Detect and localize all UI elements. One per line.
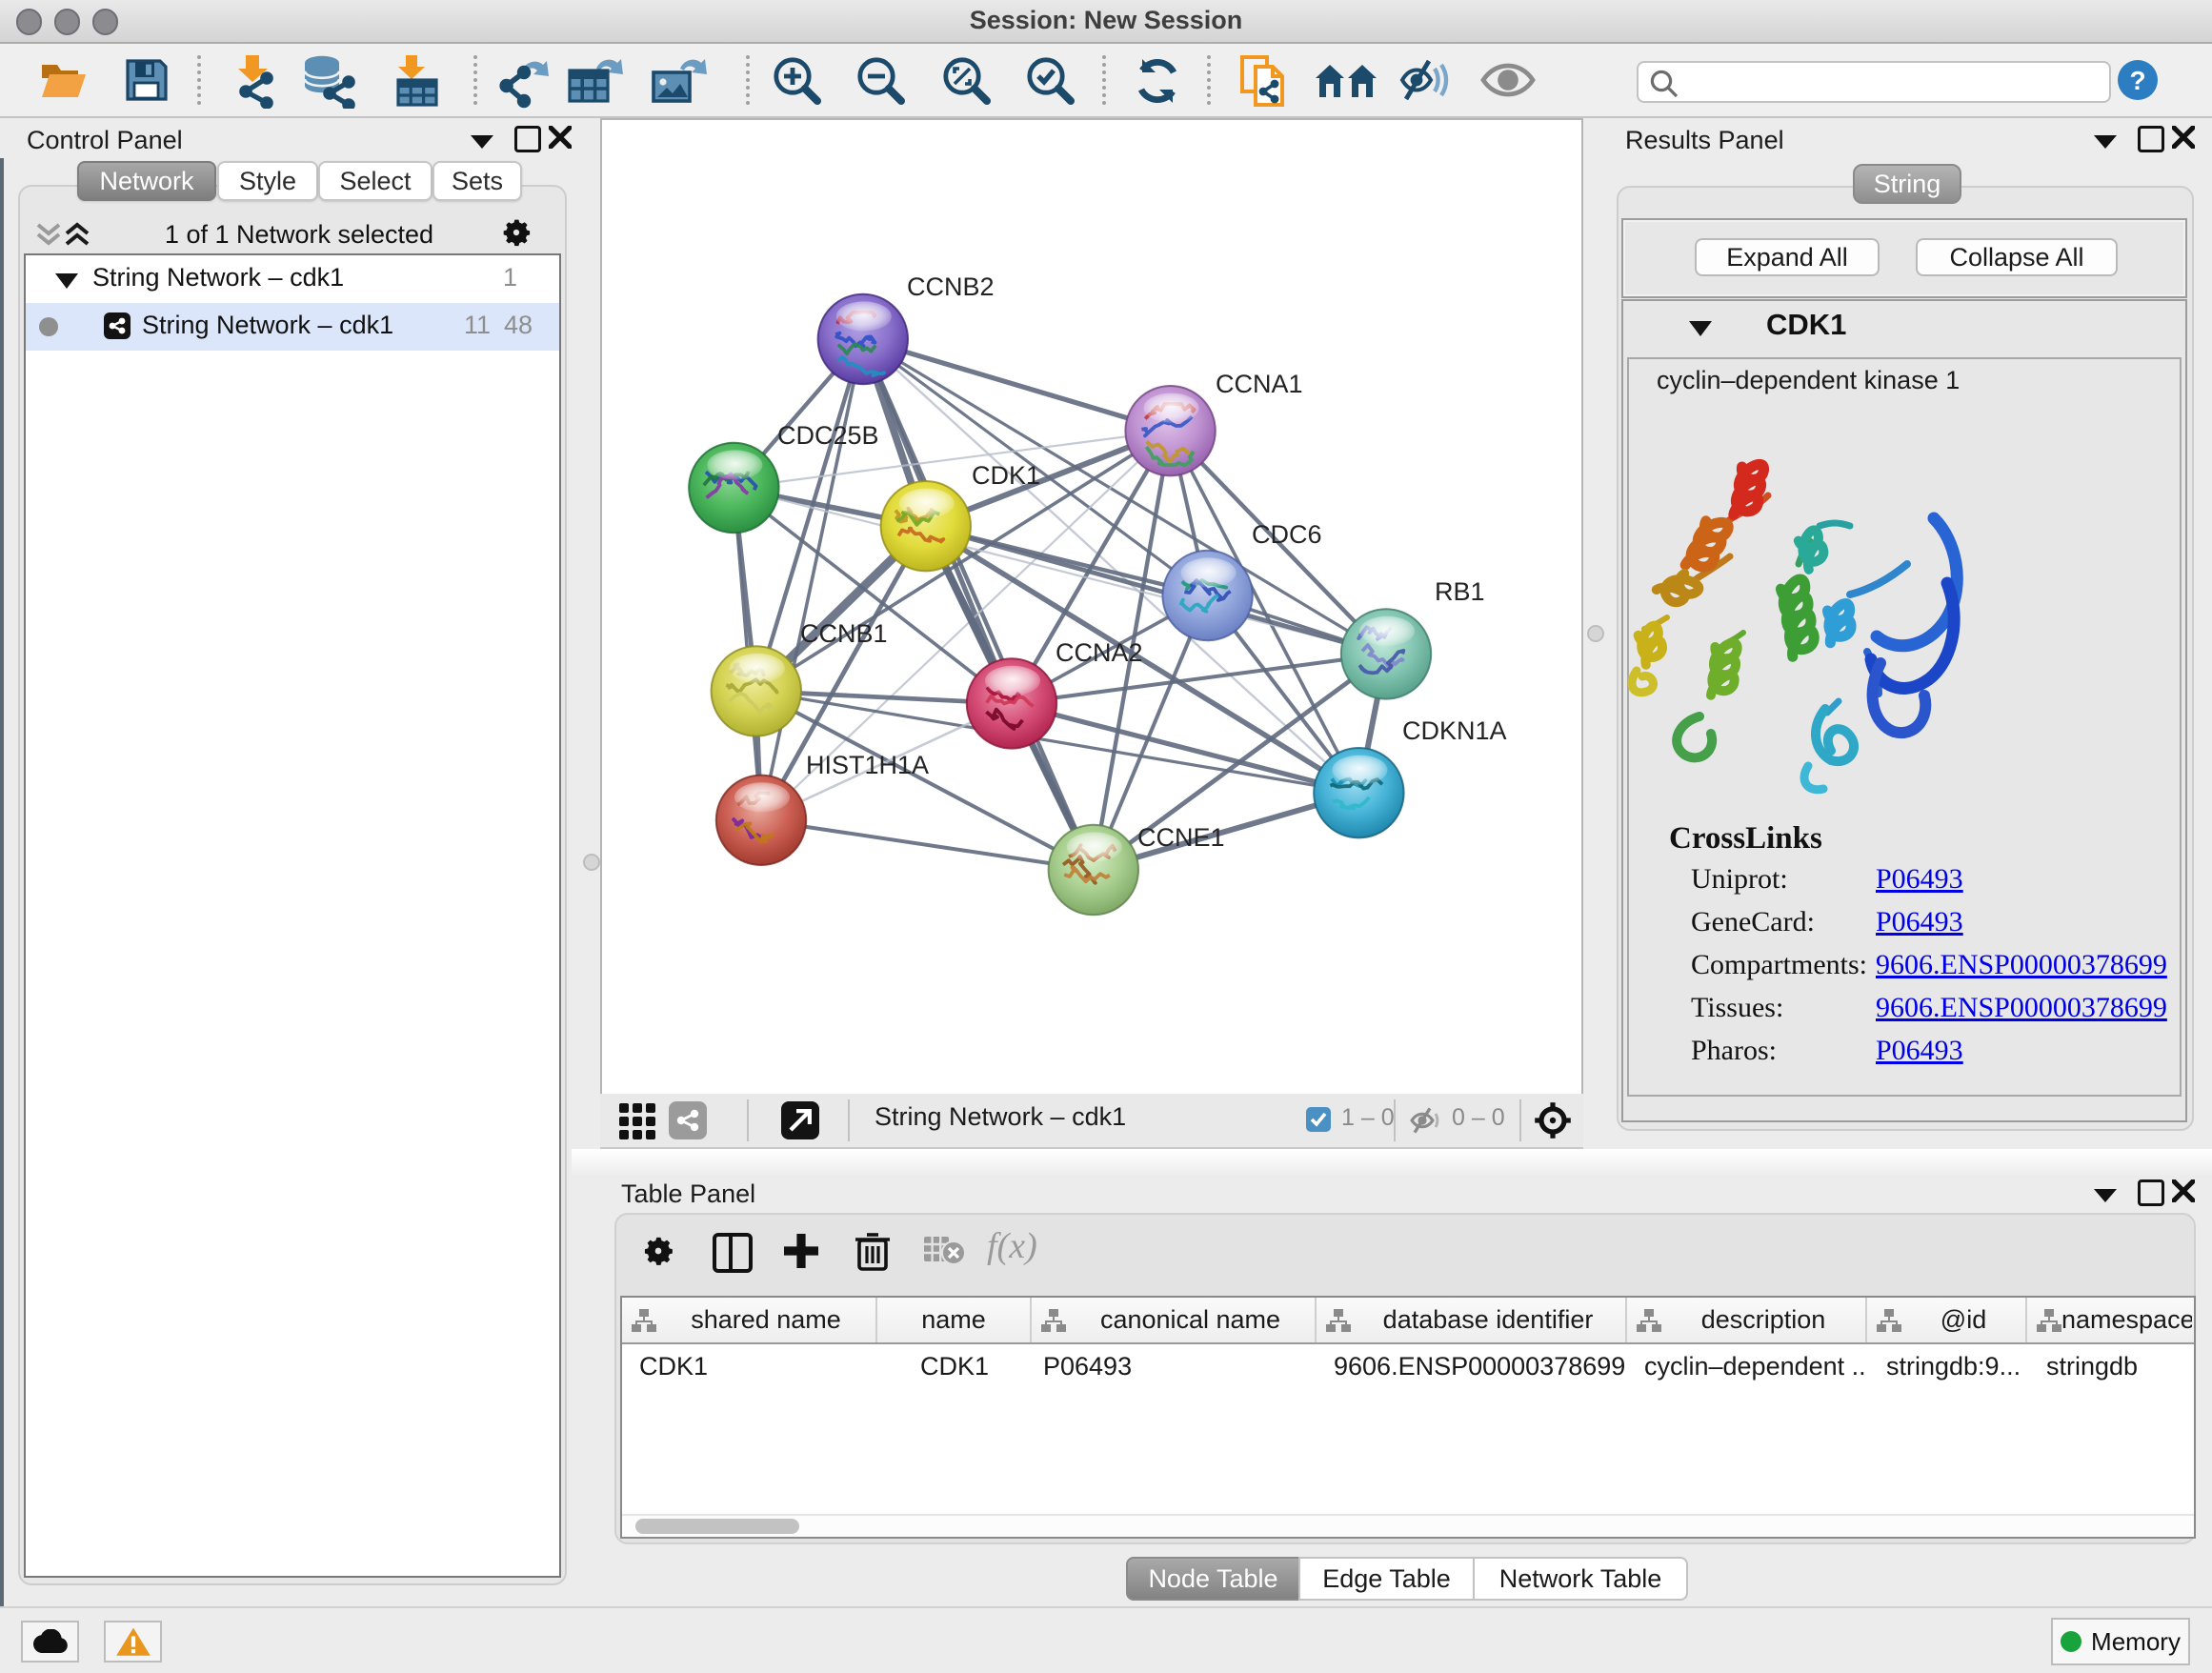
svg-text:CCNA2: CCNA2 [1056,638,1143,667]
svg-text:CDK1: CDK1 [972,461,1040,490]
svg-text:CCNB2: CCNB2 [907,272,995,301]
svg-text:HIST1H1A: HIST1H1A [806,751,929,779]
svg-text:CCNB1: CCNB1 [800,619,888,648]
svg-text:CDC25B: CDC25B [777,421,879,450]
svg-text:?: ? [2129,66,2145,95]
svg-text:CCNA1: CCNA1 [1216,370,1303,398]
svg-text:CDKN1A: CDKN1A [1402,716,1507,745]
svg-text:CDC6: CDC6 [1252,520,1322,549]
svg-text:CCNE1: CCNE1 [1137,823,1225,852]
svg-text:RB1: RB1 [1435,577,1485,606]
